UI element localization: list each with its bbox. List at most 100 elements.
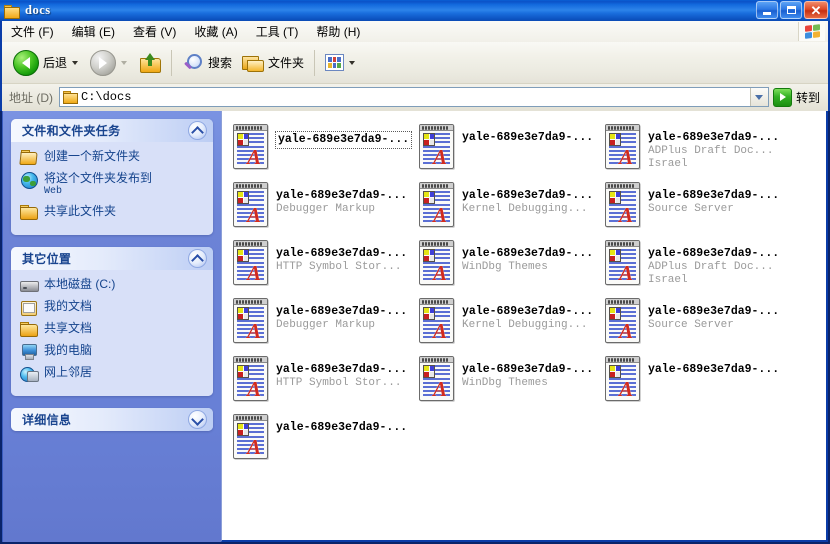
place-local-disk-c[interactable]: 本地磁盘 (C:) <box>20 277 207 294</box>
address-dropdown-button[interactable] <box>749 88 768 106</box>
file-name: yale-689e3e7da9-... <box>276 305 408 318</box>
file-item[interactable]: Ayale-689e3e7da9-... ADPlus Draft Doc... I… <box>600 119 786 177</box>
windows-flag-icon[interactable] <box>798 22 825 41</box>
panel-collapse-toggle[interactable] <box>188 121 207 140</box>
panel-body-other-places: 本地磁盘 (C:) 我的文档 共享文档 我的电脑 网上邻居 <box>11 270 213 396</box>
place-label: 我的文档 <box>44 299 93 313</box>
file-label-wrap: yale-689e3e7da9-... ADPlus Draft Doc... Is… <box>648 247 786 287</box>
panel-title: 其它位置 <box>22 252 72 266</box>
menu-tools[interactable]: 工具 (T) <box>247 21 308 42</box>
back-dropdown-icon[interactable] <box>72 60 79 65</box>
file-item[interactable]: Ayale-689e3e7da9-... Debugger Markup <box>228 293 414 351</box>
globe-icon <box>20 171 38 189</box>
panel-file-folder-tasks: 文件和文件夹任务 创建一个新文件夹 将这个文件夹发布到 Web 共享此文件夹 <box>11 119 213 235</box>
place-network-places[interactable]: 网上邻居 <box>20 365 207 382</box>
file-item[interactable]: Ayale-689e3e7da9-... <box>228 409 414 467</box>
file-grid: Ayale-689e3e7da9-... Ayale-689e3e7da9-...… <box>228 119 826 467</box>
file-item[interactable]: Ayale-689e3e7da9-... WinDbg Themes <box>414 351 600 409</box>
place-label: 本地磁盘 (C:) <box>44 277 116 291</box>
file-item[interactable]: Ayale-689e3e7da9-... Kernel Debugging... <box>414 293 600 351</box>
forward-button[interactable] <box>85 47 134 79</box>
file-label-block: yale-689e3e7da9-... ADPlus Draft Doc... Is… <box>648 121 786 171</box>
folder-icon <box>4 4 20 19</box>
file-item[interactable]: Ayale-689e3e7da9-... Source Server <box>600 293 786 351</box>
file-label-wrap: yale-689e3e7da9-... ADPlus Draft Doc... Is… <box>648 131 786 171</box>
views-dropdown-icon[interactable] <box>349 60 356 65</box>
toolbar-separator-2 <box>314 49 316 76</box>
wordpad-document-icon: A <box>600 121 642 171</box>
file-subtitle: Source Server <box>648 319 734 331</box>
minimize-button[interactable] <box>756 1 778 19</box>
wordpad-document-icon: A <box>414 121 456 171</box>
place-label: 共享文档 <box>44 321 93 335</box>
file-item[interactable]: Ayale-689e3e7da9-... ADPlus Draft Doc... I… <box>600 235 786 293</box>
task-publish-folder-to-web[interactable]: 将这个文件夹发布到 Web <box>20 171 207 199</box>
file-item[interactable]: Ayale-689e3e7da9-... HTTP Symbol Stor... <box>228 351 414 409</box>
views-button[interactable] <box>320 47 362 79</box>
up-button[interactable] <box>134 47 166 79</box>
panel-header-file-folder-tasks[interactable]: 文件和文件夹任务 <box>11 119 213 142</box>
panel-title: 文件和文件夹任务 <box>22 124 121 138</box>
title-bar[interactable]: docs ✕ <box>0 0 830 21</box>
file-item[interactable]: Ayale-689e3e7da9-... HTTP Symbol Stor... <box>228 235 414 293</box>
go-arrow-icon <box>772 87 792 107</box>
file-subtitle: ADPlus Draft Doc... <box>648 261 774 273</box>
file-name: yale-689e3e7da9-... <box>276 363 408 376</box>
file-subtitle: ADPlus Draft Doc... <box>648 145 774 157</box>
panel-expand-toggle[interactable] <box>188 410 207 429</box>
panel-header-other-places[interactable]: 其它位置 <box>11 247 213 270</box>
file-item[interactable]: Ayale-689e3e7da9-... <box>414 119 600 177</box>
file-subtitle: Debugger Markup <box>276 203 376 215</box>
file-label-wrap: yale-689e3e7da9-... <box>462 131 600 145</box>
menu-edit[interactable]: 编辑 (E) <box>63 21 124 42</box>
task-share-this-folder[interactable]: 共享此文件夹 <box>20 204 207 221</box>
file-item[interactable]: Ayale-689e3e7da9-... <box>228 119 414 177</box>
toolbar: 后退 搜索 文件夹 <box>2 42 828 84</box>
forward-dropdown-icon[interactable] <box>121 60 128 65</box>
file-item[interactable]: Ayale-689e3e7da9-... <box>600 351 786 409</box>
task-create-new-folder[interactable]: 创建一个新文件夹 <box>19 149 207 166</box>
file-name: yale-689e3e7da9-... <box>462 363 594 376</box>
address-input[interactable]: C:\docs <box>59 87 769 107</box>
file-label-block: yale-689e3e7da9-... WinDbg Themes <box>462 237 600 274</box>
place-shared-documents[interactable]: 共享文档 <box>20 321 207 338</box>
close-button[interactable]: ✕ <box>804 1 828 19</box>
wordpad-document-icon: A <box>600 179 642 229</box>
file-label-block: yale-689e3e7da9-... Source Server <box>648 179 786 216</box>
file-label-block: yale-689e3e7da9-... <box>274 121 414 149</box>
file-label-block: yale-689e3e7da9-... Debugger Markup <box>276 295 414 332</box>
panel-header-details[interactable]: 详细信息 <box>11 408 213 431</box>
file-subtitle-2: Israel <box>648 158 688 170</box>
search-button[interactable]: 搜索 <box>177 47 237 79</box>
menu-file[interactable]: 文件 (F) <box>2 21 63 42</box>
file-item[interactable]: Ayale-689e3e7da9-... Source Server <box>600 177 786 235</box>
file-list-view[interactable]: Ayale-689e3e7da9-... Ayale-689e3e7da9-...… <box>221 111 828 542</box>
file-subtitle: Kernel Debugging... <box>462 319 588 331</box>
folders-button[interactable]: 文件夹 <box>237 47 309 79</box>
content-area: 文件和文件夹任务 创建一个新文件夹 将这个文件夹发布到 Web 共享此文件夹 其… <box>2 111 828 542</box>
shared-documents-icon <box>20 321 38 338</box>
file-label-wrap: yale-689e3e7da9-... Debugger Markup <box>276 305 414 332</box>
menu-help[interactable]: 帮助 (H) <box>307 21 369 42</box>
menu-view[interactable]: 查看 (V) <box>124 21 185 42</box>
file-item[interactable]: Ayale-689e3e7da9-... Debugger Markup <box>228 177 414 235</box>
file-name: yale-689e3e7da9-... <box>276 421 408 434</box>
file-item[interactable]: Ayale-689e3e7da9-... Kernel Debugging... <box>414 177 600 235</box>
panel-collapse-toggle[interactable] <box>188 249 207 268</box>
file-subtitle: Kernel Debugging... <box>462 203 588 215</box>
place-my-documents[interactable]: 我的文档 <box>20 299 207 316</box>
file-subtitle: HTTP Symbol Stor... <box>276 377 402 389</box>
place-my-computer[interactable]: 我的电脑 <box>20 343 207 360</box>
file-name: yale-689e3e7da9-... <box>278 133 410 146</box>
maximize-button[interactable] <box>780 1 802 19</box>
back-button[interactable]: 后退 <box>8 47 85 79</box>
file-item[interactable]: Ayale-689e3e7da9-... WinDbg Themes <box>414 235 600 293</box>
my-documents-icon <box>20 299 38 316</box>
up-folder-icon <box>139 52 162 73</box>
wordpad-document-icon: A <box>414 237 456 287</box>
chevron-down-icon <box>755 94 764 100</box>
go-button[interactable]: 转到 <box>772 86 828 108</box>
menu-favorites[interactable]: 收藏 (A) <box>185 21 246 42</box>
folders-label: 文件夹 <box>268 56 305 70</box>
file-label-wrap: yale-689e3e7da9-... Source Server <box>648 189 786 216</box>
